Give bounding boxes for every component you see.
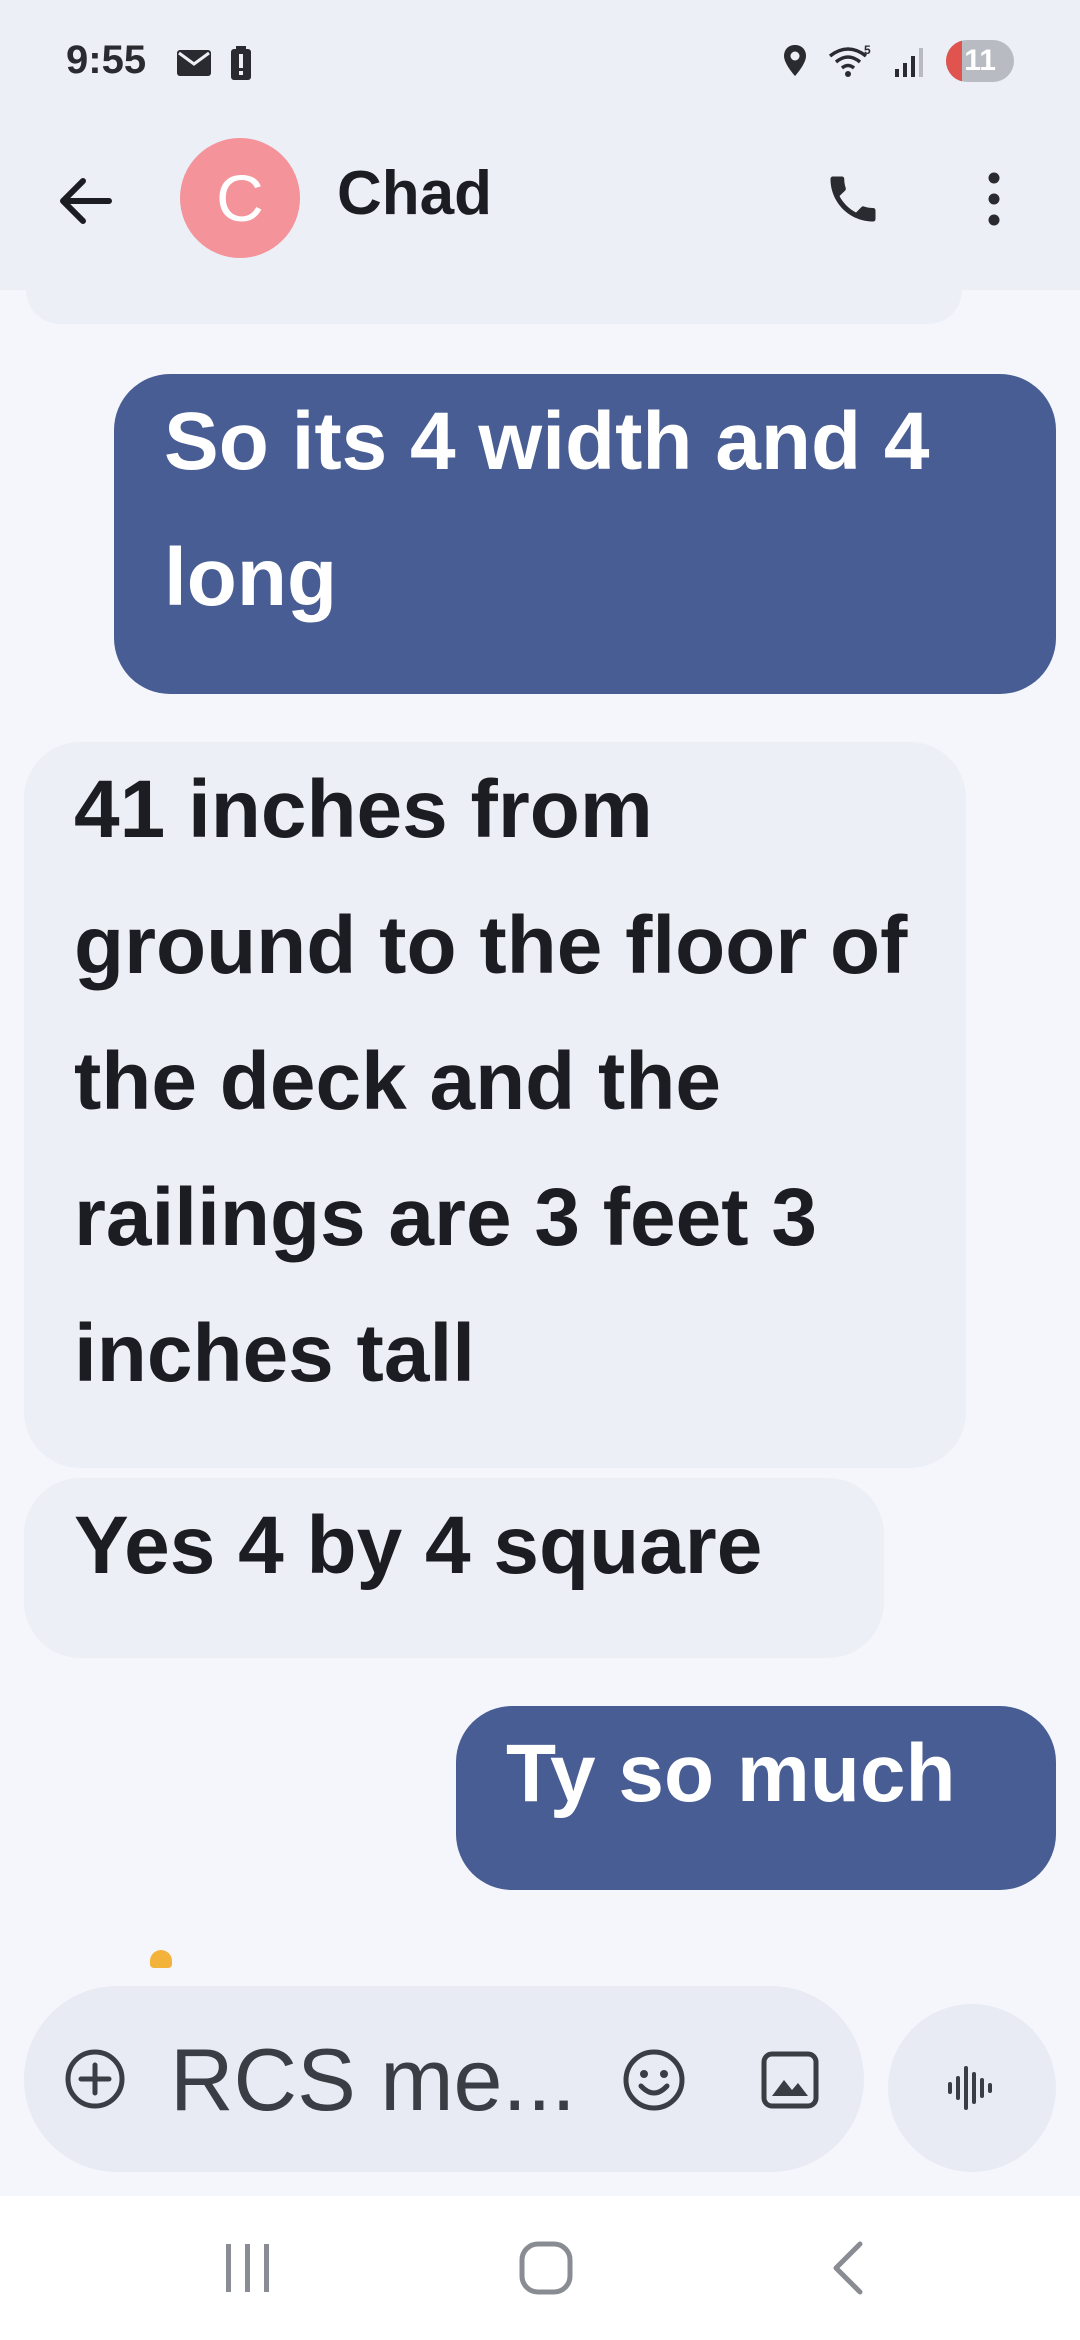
voice-message-button[interactable] bbox=[888, 2004, 1056, 2172]
previous-message-bubble[interactable] bbox=[26, 290, 962, 324]
nav-back-icon[interactable] bbox=[820, 2238, 880, 2298]
location-icon bbox=[784, 45, 807, 76]
message-bubble-incoming[interactable]: 41 inches from ground to the floor of th… bbox=[24, 742, 966, 1468]
gallery-button[interactable] bbox=[750, 2040, 830, 2120]
status-time: 9:55 bbox=[66, 38, 147, 82]
message-list[interactable]: So its 4 width and 4 long 41 inches from… bbox=[0, 290, 1080, 1968]
message-text: 41 inches from ground to the floor of th… bbox=[74, 764, 908, 1399]
arrow-back-icon bbox=[60, 178, 112, 224]
emoji-reaction-partial bbox=[150, 1950, 172, 1968]
status-icons-left bbox=[176, 46, 252, 80]
battery-indicator: 11 bbox=[946, 40, 1014, 82]
message-bubble-outgoing[interactable]: Ty so much bbox=[456, 1706, 1056, 1890]
contact-name[interactable]: Chad bbox=[337, 158, 492, 229]
svg-text:5: 5 bbox=[864, 44, 871, 57]
conversation-header: C Chad bbox=[0, 130, 1080, 290]
message-input[interactable]: RCS me... bbox=[170, 2020, 590, 2140]
audio-waveform-icon bbox=[948, 2066, 992, 2110]
mail-icon bbox=[177, 50, 211, 76]
battery-alert-icon bbox=[231, 46, 251, 80]
back-button[interactable] bbox=[50, 166, 120, 236]
phone-icon bbox=[830, 176, 876, 222]
call-button[interactable] bbox=[816, 162, 890, 236]
emoji-icon bbox=[623, 2049, 685, 2111]
message-bubble-incoming[interactable]: Yes 4 by 4 square bbox=[24, 1478, 884, 1658]
message-text: So its 4 width and 4 long bbox=[164, 396, 930, 623]
status-bar: 9:55 5 11 bbox=[0, 0, 1080, 130]
home-icon[interactable] bbox=[516, 2238, 576, 2298]
image-icon bbox=[761, 2051, 819, 2109]
add-circle-icon bbox=[65, 2049, 125, 2109]
message-composer: RCS me... bbox=[24, 1986, 864, 2172]
emoji-button[interactable] bbox=[614, 2040, 694, 2120]
message-text: Yes 4 by 4 square bbox=[74, 1500, 763, 1591]
battery-level: 11 bbox=[964, 44, 996, 77]
add-attachment-button[interactable] bbox=[62, 2046, 128, 2112]
more-options-button[interactable] bbox=[964, 162, 1024, 236]
contact-avatar[interactable]: C bbox=[180, 138, 300, 258]
wifi-5-icon: 5 bbox=[829, 44, 871, 77]
more-vert-icon bbox=[988, 172, 1000, 226]
status-icons-right: 5 11 bbox=[782, 40, 1014, 82]
system-navigation-bar bbox=[0, 2196, 1080, 2340]
message-text: Ty so much bbox=[506, 1728, 956, 1819]
message-bubble-outgoing[interactable]: So its 4 width and 4 long bbox=[114, 374, 1056, 694]
signal-icon bbox=[895, 48, 924, 77]
recent-apps-icon[interactable] bbox=[220, 2238, 276, 2298]
